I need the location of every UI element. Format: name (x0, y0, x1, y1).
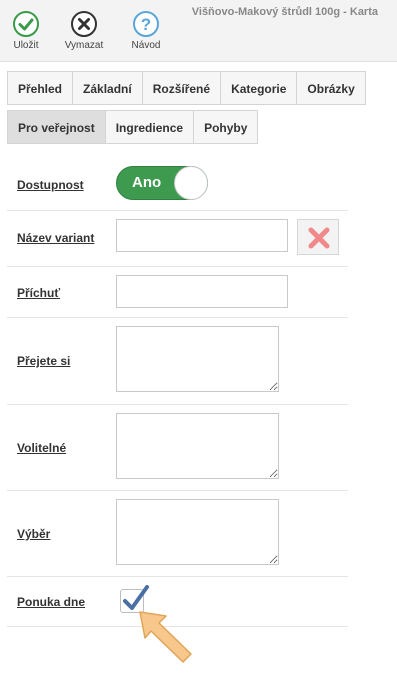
svg-text:?: ? (141, 15, 151, 34)
wish-textarea[interactable] (116, 326, 279, 392)
optional-label: Volitelné (17, 441, 67, 455)
check-circle-icon (13, 11, 39, 37)
delete-button[interactable]: Vymazat (58, 10, 110, 51)
tab-bar-secondary: Pro veřejnost Ingredience Pohyby (7, 110, 259, 144)
delete-label: Vymazat (64, 40, 104, 51)
availability-toggle[interactable]: Ano (116, 166, 208, 200)
flavor-row: Příchuť (7, 267, 348, 318)
choice-row: Výběr (7, 491, 348, 577)
tab-images[interactable]: Obrázky (296, 71, 366, 105)
help-label: Návod (131, 40, 161, 51)
optional-row: Volitelné (7, 405, 348, 491)
choice-textarea[interactable] (116, 499, 279, 565)
toggle-knob (174, 166, 208, 200)
tab-advanced[interactable]: Rozšířené (141, 71, 222, 105)
toggle-text: Ano (132, 174, 162, 191)
choice-label: Výběr (17, 527, 51, 541)
question-circle-icon: ? (133, 11, 159, 37)
toolbar: Uložit Vymazat ? Návod Višňovo-Makový št… (0, 0, 397, 62)
flavor-input[interactable] (116, 275, 288, 308)
tab-overview[interactable]: Přehled (7, 71, 74, 105)
wish-row: Přejete si (7, 318, 348, 405)
help-button[interactable]: ? Návod (120, 10, 172, 51)
remove-variant-button[interactable] (297, 219, 339, 255)
variant-name-row: Název variant (7, 211, 348, 267)
tab-public[interactable]: Pro veřejnost (7, 110, 106, 144)
tab-bar-primary: Přehled Základní Rozšířené Kategorie Obr… (7, 71, 366, 105)
tab-movements[interactable]: Pohyby (193, 110, 259, 144)
availability-row: Dostupnost Ano (7, 158, 348, 211)
tab-basic[interactable]: Základní (72, 71, 143, 105)
tab-category[interactable]: Kategorie (220, 71, 298, 105)
save-button[interactable]: Uložit (0, 10, 52, 51)
flavor-label: Příchuť (17, 286, 61, 300)
red-x-icon (308, 227, 330, 249)
variant-name-label: Název variant (17, 231, 95, 245)
tab-ingredients[interactable]: Ingredience (104, 110, 195, 144)
variant-name-input[interactable] (116, 219, 288, 252)
arrow-pointer-icon (139, 611, 192, 663)
daily-offer-label: Ponuka dne (17, 595, 86, 609)
window-title: Višňovo-Makový štrůdl 100g - Karta (191, 6, 378, 18)
availability-label: Dostupnost (17, 178, 84, 192)
save-label: Uložit (13, 40, 39, 51)
wish-label: Přejete si (17, 354, 71, 368)
optional-textarea[interactable] (116, 413, 279, 479)
x-circle-icon (71, 11, 97, 37)
